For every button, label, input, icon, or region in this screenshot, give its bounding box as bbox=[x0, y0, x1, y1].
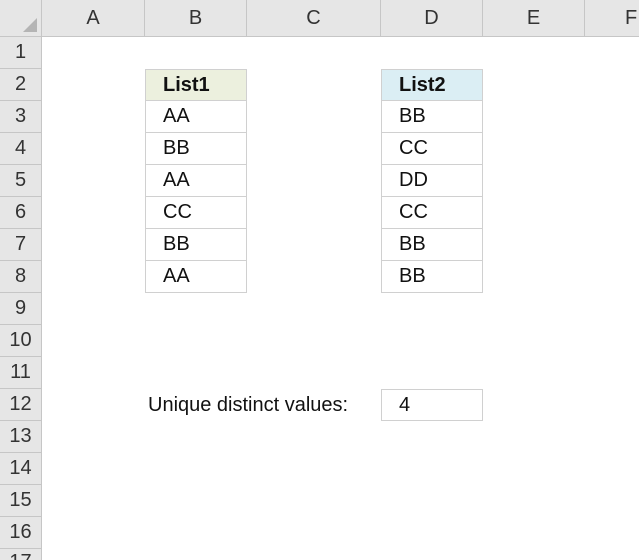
list1-cell-b6[interactable]: CC bbox=[145, 197, 247, 229]
list2-cell-d6[interactable]: CC bbox=[381, 197, 483, 229]
unique-distinct-result-cell[interactable]: 4 bbox=[381, 389, 483, 421]
column-header-f[interactable]: F bbox=[585, 0, 639, 37]
select-all-triangle-icon bbox=[23, 18, 37, 32]
column-header-e[interactable]: E bbox=[483, 0, 585, 37]
list1-header-cell[interactable]: List1 bbox=[145, 69, 247, 101]
column-header-b[interactable]: B bbox=[145, 0, 247, 37]
list1-cell-b4[interactable]: BB bbox=[145, 133, 247, 165]
row-header-2[interactable]: 2 bbox=[0, 69, 42, 101]
column-header-a[interactable]: A bbox=[42, 0, 145, 37]
row-header-5[interactable]: 5 bbox=[0, 165, 42, 197]
row-header-9[interactable]: 9 bbox=[0, 293, 42, 325]
row-header-6[interactable]: 6 bbox=[0, 197, 42, 229]
list1-cell-b3[interactable]: AA bbox=[145, 101, 247, 133]
row-header-16[interactable]: 16 bbox=[0, 517, 42, 549]
spreadsheet-grid: A B C D E F 1 2 3 4 5 6 7 8 9 10 11 12 1… bbox=[0, 0, 639, 560]
list2-cell-d8[interactable]: BB bbox=[381, 261, 483, 293]
select-all-corner[interactable] bbox=[0, 0, 42, 37]
list2-header-cell[interactable]: List2 bbox=[381, 69, 483, 101]
row-header-1[interactable]: 1 bbox=[0, 37, 42, 69]
list2-cell-d7[interactable]: BB bbox=[381, 229, 483, 261]
list2-cell-d5[interactable]: DD bbox=[381, 165, 483, 197]
row-header-13[interactable]: 13 bbox=[0, 421, 42, 453]
row-header-7[interactable]: 7 bbox=[0, 229, 42, 261]
row-header-15[interactable]: 15 bbox=[0, 485, 42, 517]
row-header-12[interactable]: 12 bbox=[0, 389, 42, 421]
column-header-d[interactable]: D bbox=[381, 0, 483, 37]
list1-cell-b8[interactable]: AA bbox=[145, 261, 247, 293]
row-header-10[interactable]: 10 bbox=[0, 325, 42, 357]
column-header-c[interactable]: C bbox=[247, 0, 381, 37]
row-header-4[interactable]: 4 bbox=[0, 133, 42, 165]
row-header-14[interactable]: 14 bbox=[0, 453, 42, 485]
list1-cell-b7[interactable]: BB bbox=[145, 229, 247, 261]
row-header-17[interactable]: 17 bbox=[0, 549, 42, 560]
unique-distinct-label[interactable]: Unique distinct values: bbox=[148, 389, 378, 421]
row-header-3[interactable]: 3 bbox=[0, 101, 42, 133]
list2-cell-d3[interactable]: BB bbox=[381, 101, 483, 133]
list1-cell-b5[interactable]: AA bbox=[145, 165, 247, 197]
list2-cell-d4[interactable]: CC bbox=[381, 133, 483, 165]
row-header-8[interactable]: 8 bbox=[0, 261, 42, 293]
row-header-11[interactable]: 11 bbox=[0, 357, 42, 389]
